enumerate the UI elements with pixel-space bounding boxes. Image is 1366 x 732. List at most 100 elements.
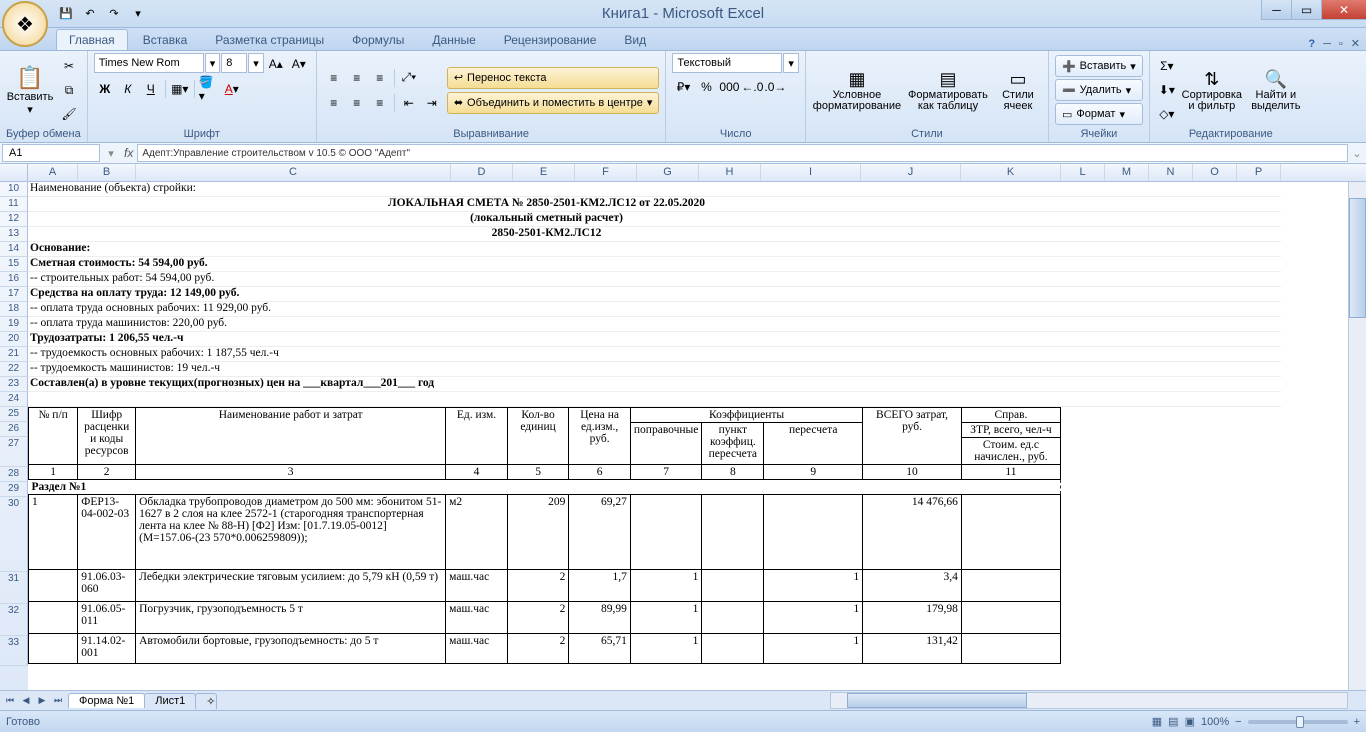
formula-expand-icon[interactable]: ⌄ <box>1348 147 1366 160</box>
view-layout-icon[interactable]: ▤ <box>1168 715 1178 728</box>
col-header-K[interactable]: K <box>961 164 1061 181</box>
name-box[interactable]: A1 <box>2 144 100 162</box>
row-header[interactable]: 19 <box>0 317 28 332</box>
row-header[interactable]: 24 <box>0 392 28 407</box>
font-name-dropdown[interactable]: ▾ <box>205 53 221 73</box>
qat-customize-icon[interactable]: ▾ <box>128 4 148 24</box>
zoom-value[interactable]: 100% <box>1201 716 1229 728</box>
vertical-scrollbar[interactable] <box>1348 182 1366 690</box>
row-header[interactable]: 23 <box>0 377 28 392</box>
clear-icon[interactable]: ◇▾ <box>1156 103 1178 125</box>
ribbon-minimize-icon[interactable]: ─ <box>1323 38 1331 50</box>
horizontal-scrollbar[interactable] <box>830 692 1348 709</box>
wrap-text-button[interactable]: ↩Перенос текста <box>447 67 660 89</box>
zoom-thumb[interactable] <box>1296 716 1304 728</box>
ws-next-icon[interactable]: ▶ <box>34 693 50 709</box>
format-painter-icon[interactable]: 🖌 <box>58 103 80 125</box>
tab-insert[interactable]: Вставка <box>130 29 201 50</box>
worksheet-tab-new[interactable]: ✧ <box>195 693 217 709</box>
number-format-dropdown[interactable]: ▾ <box>783 53 799 73</box>
view-pagebreak-icon[interactable]: ▣ <box>1185 715 1195 728</box>
ws-prev-icon[interactable]: ◀ <box>18 693 34 709</box>
borders-icon[interactable]: ▦▾ <box>169 78 191 100</box>
col-header-P[interactable]: P <box>1237 164 1281 181</box>
row-header[interactable]: 18 <box>0 302 28 317</box>
row-header[interactable]: 17 <box>0 287 28 302</box>
row-header[interactable]: 28 <box>0 467 28 482</box>
row-header[interactable]: 22 <box>0 362 28 377</box>
zoom-out-icon[interactable]: − <box>1235 716 1241 728</box>
format-as-table-button[interactable]: ▤Форматировать как таблицу <box>906 57 990 123</box>
font-color-icon[interactable]: A▾ <box>221 78 243 100</box>
col-header-D[interactable]: D <box>451 164 513 181</box>
decrease-indent-icon[interactable]: ⇤ <box>398 92 420 114</box>
sort-filter-button[interactable]: ⇅Сортировка и фильтр <box>1182 57 1242 123</box>
align-bottom-icon[interactable]: ≡ <box>369 67 391 89</box>
col-header-M[interactable]: M <box>1105 164 1149 181</box>
col-header-O[interactable]: O <box>1193 164 1237 181</box>
row-header[interactable]: 31 <box>0 572 28 604</box>
conditional-formatting-button[interactable]: ▦Условное форматирование <box>812 57 902 123</box>
align-right-icon[interactable]: ≡ <box>369 92 391 114</box>
comma-icon[interactable]: 000 <box>718 76 740 98</box>
tab-view[interactable]: Вид <box>611 29 659 50</box>
col-header-B[interactable]: B <box>78 164 136 181</box>
col-header-H[interactable]: H <box>699 164 761 181</box>
ws-first-icon[interactable]: ⏮ <box>2 693 18 709</box>
maximize-button[interactable]: ▭ <box>1291 0 1321 20</box>
cells-area[interactable]: Наименование (объекта) стройки:ЛОКАЛЬНАЯ… <box>28 182 1348 690</box>
help-icon[interactable]: ? <box>1308 38 1315 50</box>
underline-button[interactable]: Ч <box>140 78 162 100</box>
col-header-C[interactable]: C <box>136 164 451 181</box>
align-top-icon[interactable]: ≡ <box>323 67 345 89</box>
hscroll-thumb[interactable] <box>847 693 1027 708</box>
orientation-icon[interactable]: ⤢▾ <box>398 67 420 89</box>
doc-restore-icon[interactable]: ▫ <box>1339 38 1343 50</box>
increase-decimal-icon[interactable]: ←.0 <box>741 76 763 98</box>
col-header-F[interactable]: F <box>575 164 637 181</box>
grow-font-icon[interactable]: A▴ <box>265 53 287 75</box>
tab-formulas[interactable]: Формулы <box>339 29 417 50</box>
row-header[interactable]: 12 <box>0 212 28 227</box>
col-header-E[interactable]: E <box>513 164 575 181</box>
col-header-N[interactable]: N <box>1149 164 1193 181</box>
save-icon[interactable]: 💾 <box>56 4 76 24</box>
fx-icon[interactable]: fx <box>120 146 137 160</box>
format-cells-button[interactable]: ▭Формат▾ <box>1055 103 1143 125</box>
row-header[interactable]: 26 <box>0 422 28 437</box>
view-normal-icon[interactable]: ▦ <box>1152 715 1162 728</box>
col-header-L[interactable]: L <box>1061 164 1105 181</box>
insert-cells-button[interactable]: ➕Вставить▾ <box>1055 55 1143 77</box>
paste-button[interactable]: 📋 Вставить ▾ <box>6 57 54 123</box>
row-header[interactable]: 16 <box>0 272 28 287</box>
zoom-in-icon[interactable]: + <box>1354 716 1360 728</box>
formula-input[interactable]: Адепт:Управление строительством v 10.5 ©… <box>137 144 1348 162</box>
worksheet-tab-other[interactable]: Лист1 <box>144 693 196 708</box>
row-header[interactable]: 10 <box>0 182 28 197</box>
close-button[interactable]: ✕ <box>1321 0 1366 20</box>
vscroll-thumb[interactable] <box>1349 198 1366 318</box>
row-header[interactable]: 11 <box>0 197 28 212</box>
align-center-icon[interactable]: ≡ <box>346 92 368 114</box>
name-box-dropdown[interactable]: ▾ <box>102 147 120 160</box>
merge-center-button[interactable]: ⬌Объединить и поместить в центре▾ <box>447 92 660 114</box>
row-header[interactable]: 27 <box>0 437 28 467</box>
italic-button[interactable]: К <box>117 78 139 100</box>
select-all-corner[interactable] <box>0 164 28 181</box>
col-header-G[interactable]: G <box>637 164 699 181</box>
worksheet-tab-active[interactable]: Форма №1 <box>68 693 145 708</box>
col-header-J[interactable]: J <box>861 164 961 181</box>
row-header[interactable]: 32 <box>0 604 28 636</box>
row-header[interactable]: 14 <box>0 242 28 257</box>
tab-home[interactable]: Главная <box>56 29 128 50</box>
bold-button[interactable]: Ж <box>94 78 116 100</box>
tab-pagelayout[interactable]: Разметка страницы <box>202 29 337 50</box>
row-header[interactable]: 30 <box>0 497 28 572</box>
row-header[interactable]: 21 <box>0 347 28 362</box>
align-left-icon[interactable]: ≡ <box>323 92 345 114</box>
row-header[interactable]: 33 <box>0 636 28 666</box>
number-format-select[interactable]: Текстовый <box>672 53 782 73</box>
tab-review[interactable]: Рецензирование <box>491 29 610 50</box>
row-header[interactable]: 15 <box>0 257 28 272</box>
fill-icon[interactable]: ⬇▾ <box>1156 79 1178 101</box>
